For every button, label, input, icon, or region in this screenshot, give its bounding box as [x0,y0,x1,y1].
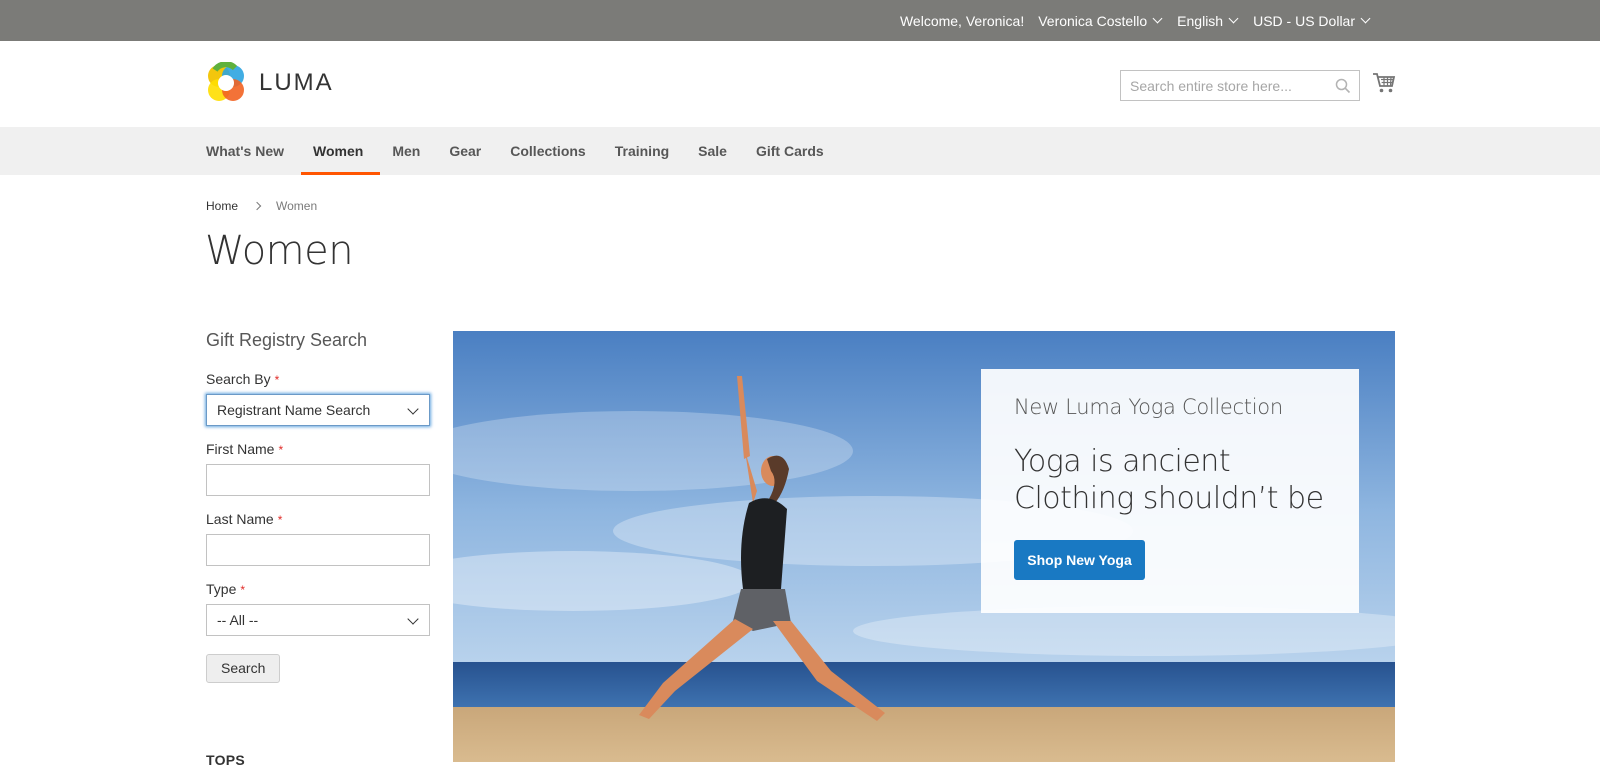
search-by-select[interactable]: Registrant Name Search [206,394,430,426]
type-select[interactable]: -- All -- [206,604,430,636]
main-navigation: What's New Women Men Gear Collections Tr… [0,127,1600,175]
nav-item-gear[interactable]: Gear [437,127,498,175]
header: LUMA [0,41,1600,127]
shop-new-yoga-button[interactable]: Shop New Yoga [1014,540,1145,580]
search-box[interactable] [1120,70,1360,101]
search-icon[interactable] [1335,78,1351,94]
logo-text: LUMA [259,69,334,96]
last-name-input[interactable] [206,534,430,566]
chevron-down-icon [407,613,419,625]
currency-label: USD - US Dollar [1253,12,1355,29]
chevron-right-icon [252,201,262,211]
chevron-down-icon [1152,13,1163,24]
first-name-input[interactable] [206,464,430,496]
welcome-message: Welcome, Veronica! [899,12,1025,29]
nav-item-training[interactable]: Training [603,127,686,175]
search-by-field: Search By * Registrant Name Search [206,371,430,426]
required-marker: * [277,513,283,527]
gift-registry-search-block: Gift Registry Search Search By * Registra… [206,330,430,683]
first-name-field: First Name * [206,441,430,496]
search-by-value: Registrant Name Search [217,402,371,418]
page-title: Women [205,228,354,274]
cart-icon[interactable] [1372,71,1396,95]
language-label: English [1177,12,1224,29]
required-marker: * [240,583,246,597]
nav-item-men[interactable]: Men [380,127,437,175]
account-name: Veronica Costello [1038,12,1148,29]
luma-logo-icon [208,62,244,101]
account-switcher[interactable]: Veronica Costello [1038,13,1163,29]
chevron-down-icon [1228,13,1239,24]
language-switcher[interactable]: English [1177,13,1239,29]
nav-item-whats-new[interactable]: What's New [194,127,301,175]
search-button[interactable]: Search [206,654,281,683]
promo-subtitle: New Luma Yoga Collection [1014,395,1283,419]
currency-switcher[interactable]: USD - US Dollar [1253,13,1371,29]
top-links: Welcome, Veronica! Veronica Costello Eng… [900,0,1371,41]
type-field: Type * -- All -- [206,581,430,636]
type-label: Type * [206,581,246,597]
promo-headline-line-1: Yoga is ancient [1014,444,1231,479]
chevron-down-icon [1360,13,1371,24]
top-panel: Welcome, Veronica! Veronica Costello Eng… [0,0,1600,41]
promo-box: New Luma Yoga Collection Yoga is ancient… [981,369,1359,613]
promo-headline: Yoga is ancient Clothing shouldn’t be [1014,443,1354,517]
breadcrumb-current: Women [276,199,318,213]
hero-banner[interactable]: New Luma Yoga Collection Yoga is ancient… [453,331,1395,762]
chevron-down-icon [407,403,419,415]
search-input[interactable] [1121,71,1321,100]
nav-item-sale[interactable]: Sale [686,127,744,175]
required-marker: * [274,373,280,387]
type-value: -- All -- [217,612,259,628]
logo[interactable]: LUMA [205,62,334,104]
first-name-label: First Name * [206,441,284,457]
breadcrumb-home[interactable]: Home [206,199,238,213]
nav-item-gift-cards[interactable]: Gift Cards [744,127,841,175]
required-marker: * [278,443,284,457]
last-name-field: Last Name * [206,511,430,566]
nav-item-women[interactable]: Women [301,127,381,175]
breadcrumb: Home Women [206,199,317,213]
promo-headline-line-2: Clothing shouldn’t be [1014,481,1324,516]
last-name-label: Last Name * [206,511,283,527]
search-by-label: Search By * [206,371,280,387]
tops-heading: TOPS [206,752,246,768]
block-title: Gift Registry Search [206,330,368,350]
nav-item-collections[interactable]: Collections [498,127,602,175]
